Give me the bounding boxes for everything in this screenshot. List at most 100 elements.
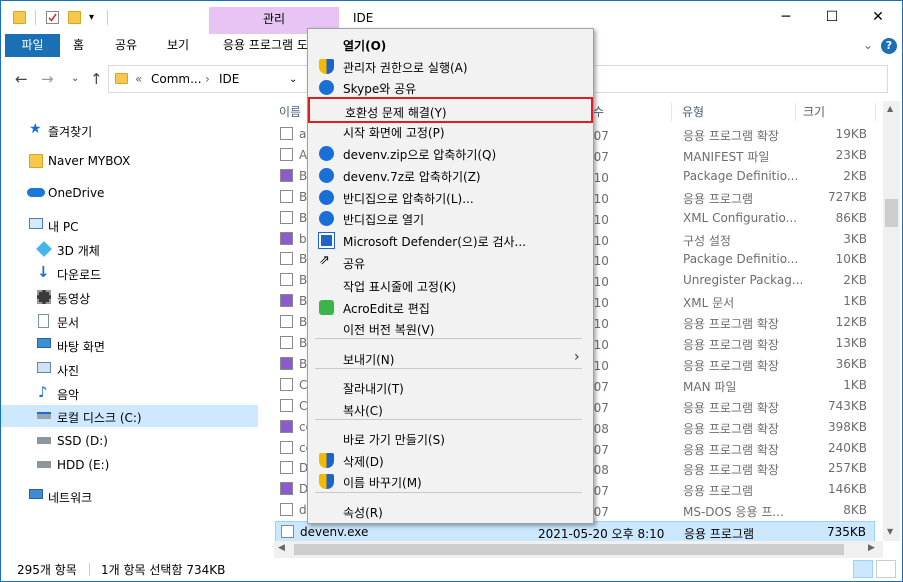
selection-info: 1개 항목 선택함 734KB <box>101 563 226 577</box>
sidebar-item-downloads[interactable]: ↓ 다운로드 <box>1 262 258 284</box>
tab-app-tools[interactable]: 응용 프로그램 도 <box>223 34 307 57</box>
sidebar-item-label: 동영상 <box>57 292 91 306</box>
scrollbar-thumb[interactable] <box>885 199 898 227</box>
scroll-down-icon[interactable]: ▼ <box>887 527 893 536</box>
cell-type: MAN 파일 <box>683 379 737 394</box>
up-arrow-icon[interactable]: ↑ <box>90 70 103 88</box>
sidebar-item-favorites[interactable]: ★ 즐겨찾기 <box>1 119 258 141</box>
sidebar-item-local-disk-c[interactable]: 로컬 디스크 (C:) <box>1 405 258 427</box>
cell-size: 398KB <box>827 419 867 434</box>
menu-item[interactable]: 시작 화면에 고정(P) <box>310 120 591 142</box>
scrollbar-thumb[interactable] <box>294 544 844 555</box>
divider <box>107 10 108 25</box>
new-folder-icon[interactable] <box>68 11 81 24</box>
tab-file[interactable]: 파일 <box>5 34 60 57</box>
cell-type: Package Definitio... <box>683 252 799 267</box>
file-icon <box>280 147 293 161</box>
horizontal-scrollbar[interactable]: ◀ ▶ <box>274 541 883 558</box>
cell-type: 응용 프로그램 <box>684 527 755 541</box>
sidebar-item-pictures[interactable]: 사진 <box>1 358 258 380</box>
scroll-up-icon[interactable]: ▲ <box>887 104 893 113</box>
menu-item[interactable]: 반디집으로 압축하기(L)... <box>310 186 591 208</box>
breadcrumb-overflow[interactable]: « <box>135 72 142 86</box>
sidebar-item-this-pc[interactable]: 내 PC <box>1 214 258 236</box>
sidebar-item-label: 음악 <box>57 388 80 402</box>
menu-item[interactable]: AcroEdit로 편집 <box>310 296 591 318</box>
address-bar[interactable]: « Comm... › IDE ⌄ <box>108 65 310 93</box>
bandizip-icon <box>319 146 334 161</box>
sidebar-item-ssd-d[interactable]: SSD (D:) <box>1 430 258 452</box>
vertical-scrollbar[interactable]: ▲ ▼ <box>883 101 900 541</box>
recent-dropdown-icon[interactable]: ⌄ <box>71 73 79 84</box>
column-header-date[interactable]: 수 <box>593 101 604 123</box>
menu-item[interactable]: devenv.zip으로 압축하기(Q) <box>310 142 591 164</box>
menu-item[interactable]: 잘라내기(T) <box>310 376 591 398</box>
ribbon-expand-icon[interactable]: ⌄ <box>863 38 873 52</box>
cell-type: 응용 프로그램 <box>683 191 754 206</box>
table-row[interactable]: devenv.exe 2021-05-20 오후 8:10 응용 프로그램 735KB <box>275 521 875 541</box>
menu-item-label: Skype와 공유 <box>343 82 417 96</box>
sidebar-item-3d-objects[interactable]: 3D 개체 <box>1 238 258 260</box>
menu-item-label: 관리자 권한으로 실행(A) <box>343 61 468 75</box>
back-arrow-icon[interactable]: ← <box>15 70 28 88</box>
item-count: 295개 항목 <box>17 563 77 577</box>
column-divider[interactable] <box>795 103 796 121</box>
column-divider[interactable] <box>875 103 876 121</box>
breadcrumb-item[interactable]: IDE <box>219 72 239 86</box>
divider <box>89 563 90 576</box>
scroll-right-icon[interactable]: ▶ <box>868 543 875 553</box>
close-button[interactable]: ✕ <box>855 1 901 34</box>
menu-item-label: 반디집으로 열기 <box>343 213 425 227</box>
sidebar-item-music[interactable]: ♪ 음악 <box>1 382 258 404</box>
sidebar-item-documents[interactable]: 문서 <box>1 310 258 332</box>
address-dropdown-icon[interactable]: ⌄ <box>289 74 297 85</box>
sidebar-item-naver-mybox[interactable]: Naver MYBOX <box>1 150 258 172</box>
sidebar-item-onedrive[interactable]: OneDrive <box>1 182 258 204</box>
large-icons-view-icon[interactable] <box>876 560 896 578</box>
scroll-left-icon[interactable]: ◀ <box>278 543 285 553</box>
column-header-name[interactable]: 이름 <box>279 101 301 123</box>
menu-item[interactable]: devenv.7z로 압축하기(Z) <box>310 164 591 186</box>
menu-item[interactable]: ⇗ 공유 <box>310 251 591 273</box>
tab-home[interactable]: 홈 <box>73 34 84 57</box>
sidebar-item-videos[interactable]: 동영상 <box>1 286 258 308</box>
menu-item[interactable]: Skype와 공유 <box>310 76 591 98</box>
menu-item-label: 호환성 문제 해결(Y) <box>345 106 447 120</box>
details-view-icon[interactable] <box>853 560 873 578</box>
column-header-size[interactable]: 크기 <box>803 101 825 123</box>
menu-item[interactable]: 보내기(N) › <box>310 347 591 369</box>
menu-item[interactable]: Microsoft Defender(으)로 검사... <box>310 229 591 251</box>
document-icon <box>38 314 49 328</box>
menu-item[interactable]: 이름 바꾸기(M) <box>310 470 591 492</box>
breadcrumb-item[interactable]: Comm... <box>151 72 202 86</box>
help-icon[interactable]: ? <box>881 38 897 54</box>
column-divider[interactable] <box>671 103 672 121</box>
file-icon <box>280 356 293 370</box>
minimize-button[interactable]: ─ <box>763 1 809 34</box>
menu-item[interactable]: 복사(C) <box>310 398 591 420</box>
cell-type: Unregister Packag... <box>683 273 804 288</box>
menu-item[interactable]: 반디집으로 열기 <box>310 207 591 229</box>
music-icon: ♪ <box>38 383 48 401</box>
cell-size: 23KB <box>835 147 867 162</box>
forward-arrow-icon[interactable]: → <box>41 70 54 88</box>
tab-share[interactable]: 공유 <box>115 34 137 57</box>
menu-item[interactable]: 이전 버전 복원(V) <box>310 317 591 339</box>
status-bar: 295개 항목 1개 항목 선택함 734KB <box>1 558 902 581</box>
sidebar-item-desktop[interactable]: 바탕 화면 <box>1 334 258 356</box>
menu-item[interactable]: 작업 표시줄에 고정(K) <box>310 274 591 296</box>
sidebar-item-hdd-e[interactable]: HDD (E:) <box>1 454 258 476</box>
file-icon <box>280 419 293 433</box>
menu-item[interactable]: 바로 가기 만들기(S) <box>310 427 591 449</box>
folder-icon <box>29 154 43 168</box>
menu-item[interactable]: 열기(O) <box>310 33 591 55</box>
quick-access-dropdown-icon[interactable]: ▾ <box>89 12 102 25</box>
sidebar-item-network[interactable]: 네트워크 <box>1 485 258 507</box>
tab-view[interactable]: 보기 <box>167 34 189 57</box>
properties-icon[interactable] <box>46 11 59 24</box>
menu-item[interactable]: 관리자 권한으로 실행(A) <box>310 55 591 77</box>
column-header-type[interactable]: 유형 <box>682 101 704 123</box>
menu-item[interactable]: 속성(R) <box>310 500 591 522</box>
maximize-button[interactable]: ☐ <box>809 1 855 34</box>
menu-item[interactable]: 삭제(D) <box>310 449 591 471</box>
